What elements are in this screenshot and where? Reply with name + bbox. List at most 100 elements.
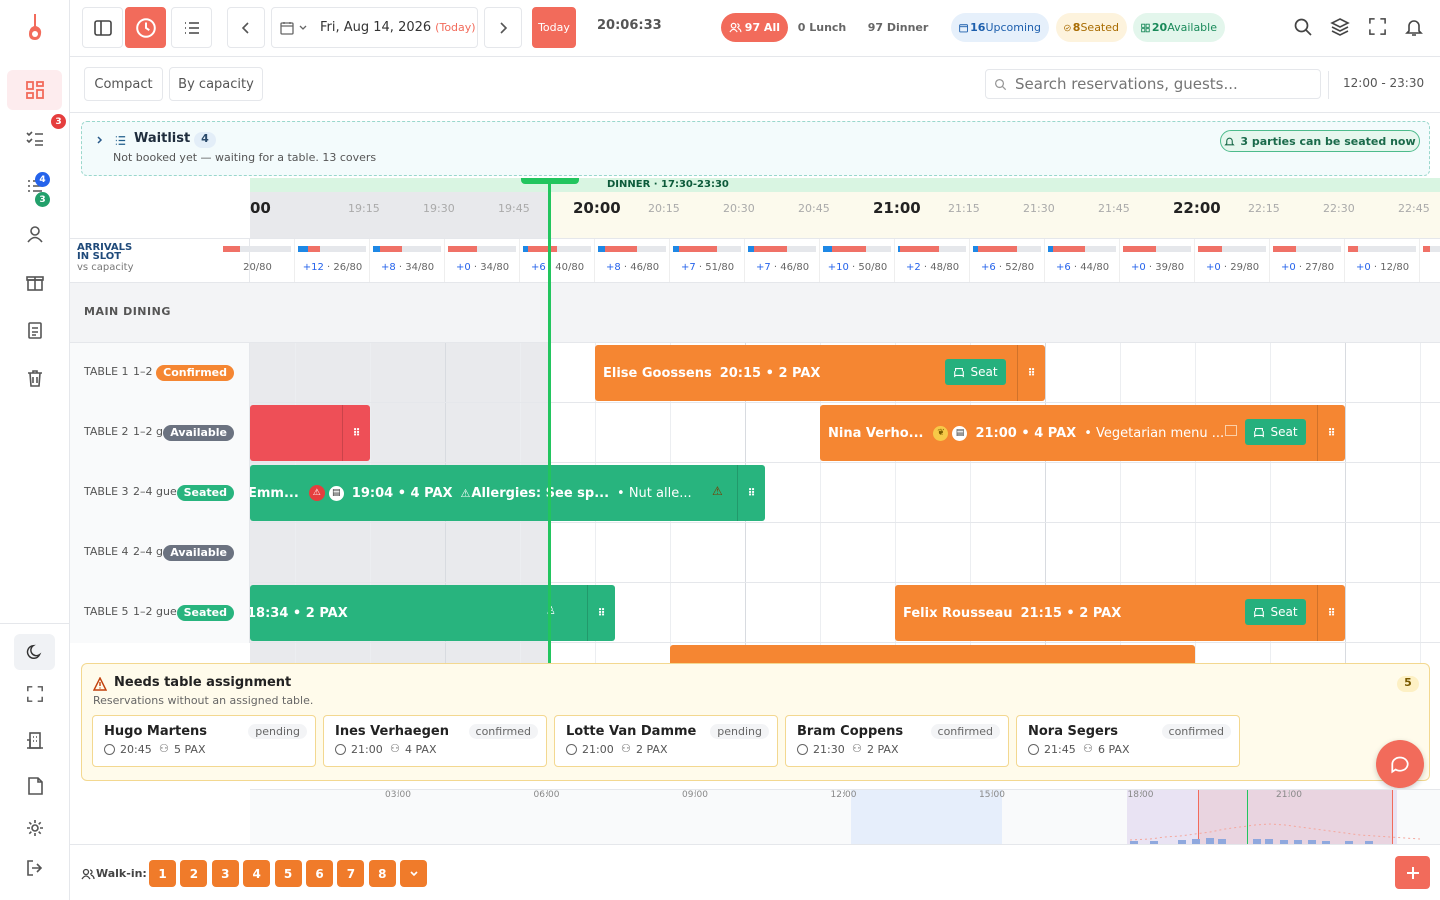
reservation-time: 21:45	[1044, 743, 1076, 756]
table-label[interactable]: TABLE 1 1–2 Confirmed	[70, 343, 250, 403]
section-title: MAIN DINING	[84, 305, 171, 318]
users-icon	[729, 22, 742, 33]
layers-button[interactable]	[1330, 17, 1350, 40]
nav-venue[interactable]	[7, 720, 62, 760]
unassigned-reservation-card[interactable]: Lotte Van Damme pending 21:00 ⚇ 2 PAX	[554, 715, 778, 767]
reservation-block-nina[interactable]: Nina Verho... ❦ ▤ 21:00 • 4 PAX • Vegeta…	[820, 405, 1345, 461]
reservation-info: 21:15 • 2 PAX	[1020, 605, 1122, 621]
status-badge: Confirmed	[156, 365, 234, 381]
nav-settings[interactable]	[7, 808, 62, 848]
walkin-size-button[interactable]: 8	[368, 860, 396, 887]
search-button[interactable]	[1293, 17, 1313, 40]
unassigned-reservation-card[interactable]: Hugo Martens pending 20:45 ⚇ 5 PAX	[92, 715, 316, 767]
unassigned-reservation-card[interactable]: Ines Verhaegen confirmed 21:00 ⚇ 4 PAX	[323, 715, 547, 767]
walkin-size-button[interactable]: 4	[243, 860, 271, 887]
reservation-block-elise[interactable]: Elise Goossens 20:15 • 2 PAX Seat ⠿	[595, 345, 1045, 401]
compact-button[interactable]: Compact	[84, 67, 163, 101]
guest-name: Felix Rousseau	[903, 605, 1013, 621]
drag-handle[interactable]: ⠿	[1017, 345, 1045, 401]
table-label[interactable]: TABLE 4 2–4 gu Available	[70, 523, 250, 583]
nav-guests[interactable]	[7, 214, 62, 254]
seat-button[interactable]: Seat	[1245, 419, 1306, 445]
drag-handle[interactable]: ⠿	[342, 405, 370, 461]
reservation-block-overdue[interactable]: ⠿	[250, 405, 370, 461]
expand-button[interactable]	[1368, 17, 1387, 39]
arrival-text: +8 · 34/80	[370, 262, 445, 273]
unassigned-reservation-card[interactable]: Nora Segers confirmed 21:45 ⚇ 6 PAX	[1016, 715, 1240, 767]
reservation-block-table5-seated[interactable]: 18:34 • 2 PAX ♙ ⠿	[250, 585, 615, 641]
notifications-button[interactable]	[1404, 17, 1424, 40]
filter-lunch[interactable]: 0 Lunch	[794, 13, 850, 42]
arrival-delta: +0	[1280, 262, 1296, 273]
table-label[interactable]: TABLE 3 2–4 gues Seated	[70, 463, 250, 523]
walkin-more-button[interactable]	[400, 860, 427, 887]
walkin-size-button[interactable]: 5	[274, 860, 302, 887]
allergy-note: Allergies: See sp...	[471, 485, 610, 501]
arrival-text: +0 · 29/80	[1195, 262, 1270, 273]
nav-dashboard[interactable]	[7, 70, 62, 110]
arrival-slot: + ·	[1420, 239, 1440, 282]
filter-seated[interactable]: 8 Seated	[1056, 13, 1127, 42]
filter-dinner[interactable]: 97 Dinner	[863, 13, 933, 42]
theme-toggle[interactable]	[14, 634, 55, 670]
app-logo[interactable]	[22, 12, 48, 42]
unassigned-reservation-card[interactable]: Bram Coppens confirmed 21:30 ⚇ 2 PAX	[785, 715, 1009, 767]
by-capacity-button[interactable]: By capacity	[169, 67, 263, 101]
arrival-text: +7 · 51/80	[670, 262, 745, 273]
fullscreen-button[interactable]	[7, 674, 62, 714]
filter-available[interactable]: 20 Available	[1133, 13, 1225, 42]
mini-timeline[interactable]: 03:0006:0009:0012:0015:0018:0021:00	[250, 789, 1440, 844]
filter-upcoming[interactable]: 16 Upcoming	[951, 13, 1049, 42]
arrivals-cells: 20/80+12 · 26/80+8 · 34/80+0 · 34/80+6 ·…	[223, 239, 1440, 282]
reservation-block-felix[interactable]: Felix Rousseau 21:15 • 2 PAX Seat ⠿	[895, 585, 1345, 641]
next-day-button[interactable]	[484, 7, 522, 48]
walkin-size-button[interactable]: 6	[306, 860, 333, 887]
chat-button[interactable]	[1376, 740, 1424, 788]
list-view-button[interactable]	[171, 7, 212, 48]
drag-handle[interactable]: ⠿	[1317, 405, 1345, 461]
drag-handle[interactable]: ⠿	[737, 465, 765, 521]
walkin-size-button[interactable]: 3	[211, 860, 239, 887]
now-line-head	[548, 178, 551, 283]
logout-button[interactable]	[7, 848, 62, 888]
walkin-size-button[interactable]: 7	[337, 860, 365, 887]
needs-title: Needs table assignment	[114, 675, 292, 690]
waitlist-panel[interactable]: Waitlist 4 Not booked yet — waiting for …	[81, 121, 1430, 176]
reservation-block-partial[interactable]	[670, 645, 1195, 663]
nav-reports[interactable]	[7, 310, 62, 350]
nav-gifts[interactable]	[7, 262, 62, 302]
drag-handle[interactable]: ⠿	[587, 585, 615, 641]
walkin-size-button[interactable]: 1	[149, 860, 176, 887]
users-icon: ⚇	[1083, 742, 1093, 755]
date-today-tag: (Today)	[435, 21, 476, 34]
nav-documents[interactable]	[7, 766, 62, 806]
filter-all[interactable]: 97 All	[721, 13, 788, 42]
seat-button[interactable]: Seat	[945, 359, 1006, 385]
date-picker[interactable]: Fri, Aug 14, 2026 (Today)	[271, 7, 478, 48]
table-label[interactable]: TABLE 2 1–2 gu Available	[70, 403, 250, 463]
capacity-fill	[973, 246, 1017, 252]
walkin-size-button[interactable]: 2	[180, 860, 208, 887]
users-icon: ⚇	[390, 742, 400, 755]
arrival-sep: ·	[920, 262, 931, 273]
arrival-delta: +6	[1055, 262, 1071, 273]
drag-handle[interactable]: ⠿	[1317, 585, 1345, 641]
table-row[interactable]: TABLE 4 2–4 gu Available	[70, 523, 1440, 583]
add-reservation-button[interactable]	[1395, 856, 1430, 889]
reservation-block-emm[interactable]: Emm... ⚠ ▤ 19:04 • 4 PAX ⚠ Allergies: Se…	[250, 465, 765, 521]
search-box[interactable]	[985, 69, 1321, 99]
timeline-view-button[interactable]	[125, 7, 166, 48]
arrival-delta: +2	[905, 262, 921, 273]
toggle-panel-button[interactable]	[82, 7, 123, 48]
today-button[interactable]: Today	[532, 7, 576, 48]
reservation-time: 21:30	[813, 743, 845, 756]
arrival-delta: +10	[827, 262, 849, 273]
search-input[interactable]	[1015, 75, 1305, 93]
nav-trash[interactable]	[7, 358, 62, 398]
clock-icon	[135, 17, 156, 38]
table-label[interactable]: TABLE 5 1–2 gues Seated	[70, 583, 250, 643]
seat-now-notice[interactable]: 3 parties can be seated now	[1220, 130, 1420, 152]
prev-day-button[interactable]	[227, 7, 265, 48]
clipboard-icon	[27, 322, 42, 339]
seat-button[interactable]: Seat	[1245, 599, 1306, 625]
